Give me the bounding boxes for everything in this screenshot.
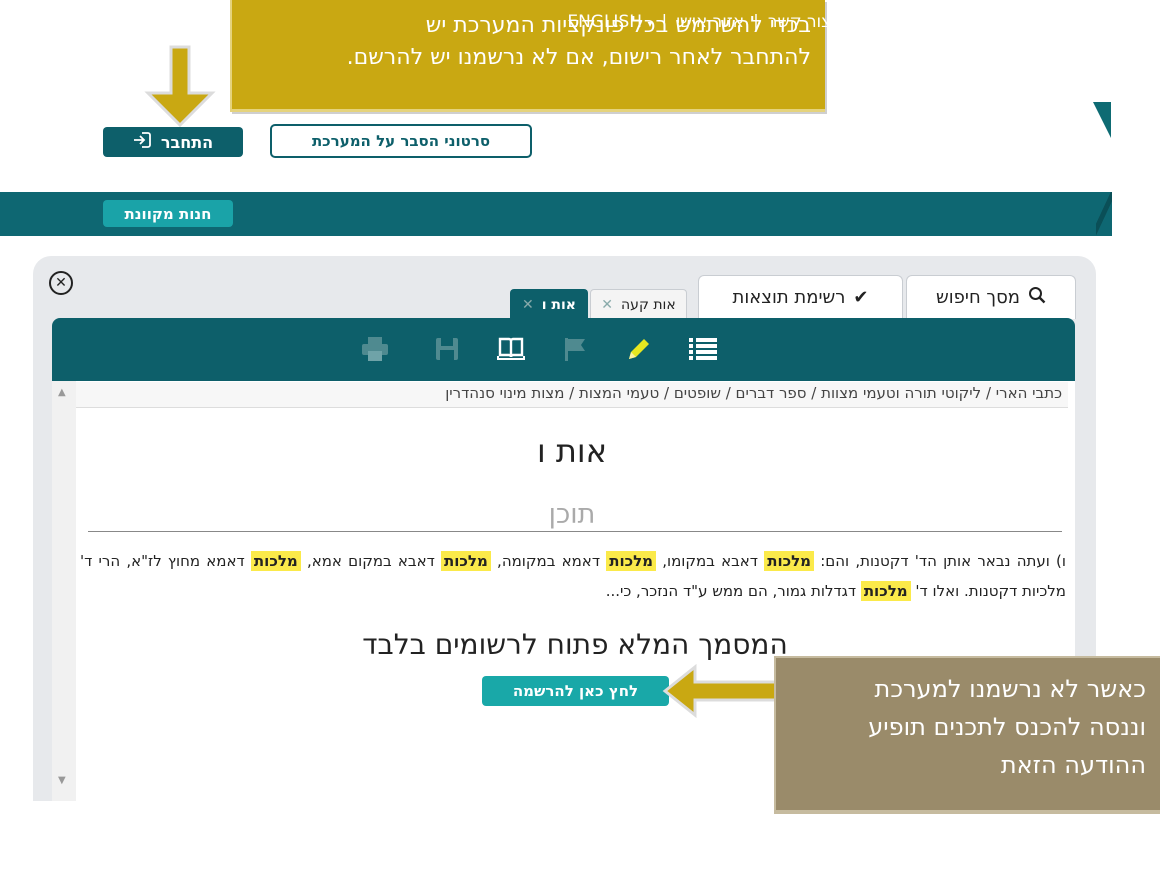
content-subtitle: תוכן	[548, 499, 596, 530]
text-part: דאבא במקומו,	[662, 552, 758, 570]
highlight-term: מלכות	[860, 581, 911, 601]
save-icon[interactable]	[430, 332, 464, 366]
tab-search-label: מסך חיפוש	[936, 287, 1020, 308]
text-part: דגדלות גמור, הם ממש ע"ד הנזכר, כי...	[605, 582, 857, 600]
tab-results-label: רשימת תוצאות	[732, 287, 846, 308]
nav-separator: |	[840, 12, 846, 32]
tab-ot-keh[interactable]: אות קעה ✕	[590, 289, 687, 319]
tab-search[interactable]: מסך חיפוש	[906, 275, 1076, 319]
print-icon[interactable]	[358, 332, 392, 366]
tab-ot-vav-label: אות ו	[541, 296, 576, 313]
nav-separator: |	[661, 12, 668, 32]
highlight-term: מלכות	[250, 551, 301, 571]
tab-results[interactable]: ✔ רשימת תוצאות	[698, 275, 903, 319]
document-text: ו) ועתה נבאר אותן הד' דקטנות, והם: מלכות…	[80, 546, 1066, 606]
text-part: ו) ועתה נבאר אותן הד' דקטנות, והם:	[820, 552, 1066, 570]
page-title: אות ו	[536, 432, 608, 470]
flag-icon[interactable]	[558, 332, 592, 366]
list-icon[interactable]	[686, 332, 720, 366]
nav-separator: |	[916, 12, 923, 32]
callout-bottom-line1: כאשר לא נרשמנו למערכת	[874, 675, 1146, 703]
pencil-icon[interactable]	[622, 332, 656, 366]
close-tab-icon[interactable]: ✕	[601, 297, 613, 313]
login-label: התחבר	[160, 132, 214, 152]
highlight-term: מלכות	[606, 551, 657, 571]
nav-item-personal-area[interactable]: אזור אישי	[667, 12, 753, 32]
register-button[interactable]: לחץ כאן להרשמה	[482, 676, 669, 706]
text-part: דאבא במקום אמא,	[306, 552, 435, 570]
login-button[interactable]: התחבר	[103, 127, 243, 157]
close-panel-icon[interactable]: ✕	[49, 271, 73, 295]
callout-top-line2: להתחבר לאחר רישום, אם לא נרשמנו יש להרשם…	[346, 45, 811, 70]
callout-register-info: כאשר לא נרשמנו למערכת וננסה להכנס לתכנים…	[774, 656, 1160, 814]
nav-item-contact[interactable]: צור קשר	[759, 12, 840, 32]
callout-bottom-line3: ההודעה הזאת	[1000, 751, 1146, 779]
arrow-down-icon	[144, 45, 216, 127]
checkmark-icon: ✔	[853, 287, 869, 308]
scrollbar[interactable]	[52, 381, 76, 801]
scroll-down-icon[interactable]: ▼	[58, 775, 66, 786]
online-shop-button[interactable]: חנות מקוונת	[103, 200, 233, 227]
explanation-videos-button[interactable]: סרטוני הסבר על המערכת	[270, 124, 532, 158]
caret-down-icon: ▾	[647, 19, 653, 30]
tab-ot-vav[interactable]: אות ו ✕	[510, 289, 588, 319]
nav-separator: |	[1037, 12, 1044, 32]
highlight-term: מלכות	[441, 551, 491, 571]
highlight-term: מלכות	[764, 551, 815, 571]
nav-menu: ראשי | כלים לימודיים | תרומות | צור קשר …	[558, 0, 1098, 44]
search-icon	[1028, 286, 1046, 309]
scroll-up-icon[interactable]: ▲	[58, 387, 66, 398]
nav-separator: |	[753, 12, 759, 32]
nav-item-learning-tools[interactable]: כלים לימודיים	[923, 12, 1038, 32]
callout-bottom-line2: וננסה להכנס לתכנים תופיע	[868, 713, 1146, 741]
divider	[88, 531, 1062, 532]
nav-item-home[interactable]: ראשי	[1043, 12, 1098, 32]
text-part: דאמא במקומה,	[497, 552, 601, 570]
nav-item-donations[interactable]: תרומות	[846, 12, 917, 32]
book-icon[interactable]	[494, 332, 528, 366]
registered-only-notice: המסמך המלא פתוח לרשומים בלבד	[362, 628, 788, 661]
tab-ot-keh-label: אות קעה	[621, 296, 676, 313]
nav-item-english[interactable]: ENGLISH ▾	[558, 12, 661, 32]
document-toolbar	[52, 318, 1075, 381]
sign-in-icon	[133, 132, 151, 152]
english-label: ENGLISH	[567, 12, 643, 32]
teal-corner-decoration	[1093, 102, 1111, 138]
close-tab-icon[interactable]: ✕	[522, 297, 534, 313]
breadcrumb[interactable]: כתבי הארי / ליקוטי תורה וטעמי מצוות / ספ…	[76, 382, 1068, 408]
